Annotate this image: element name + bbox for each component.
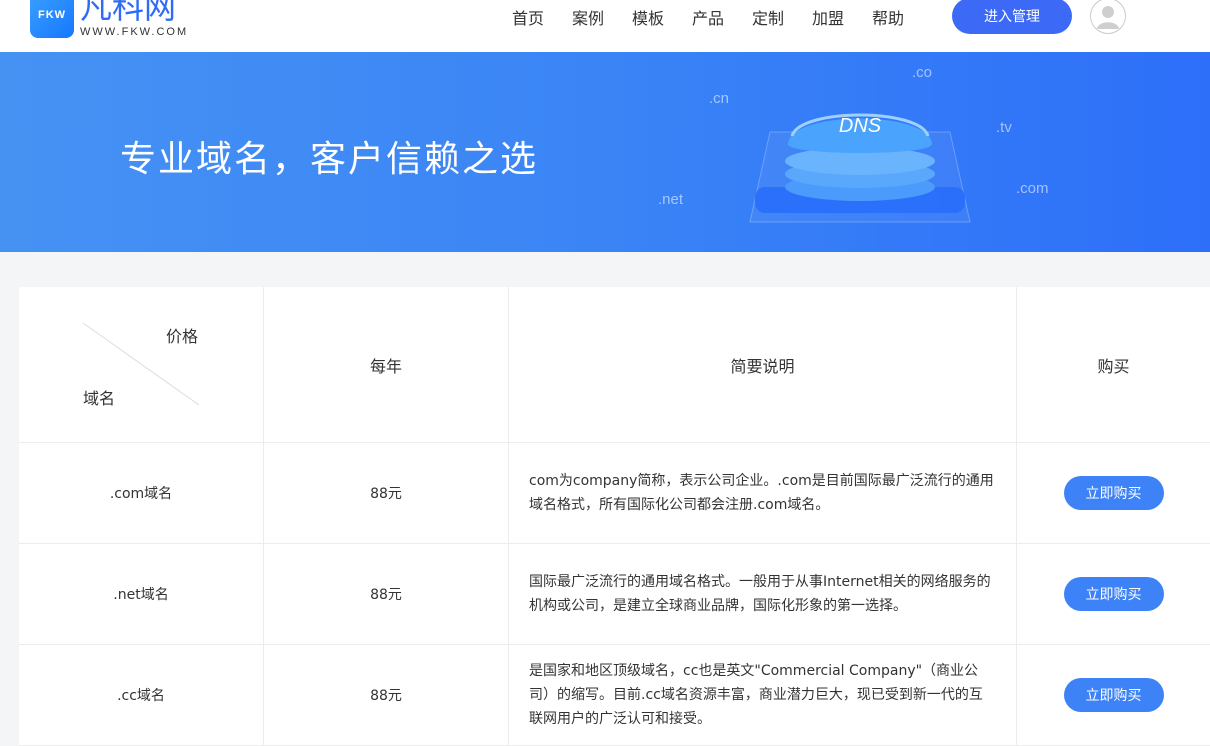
user-icon xyxy=(1097,6,1119,29)
nav-item-franchise[interactable]: 加盟 xyxy=(798,5,858,29)
enter-management-button[interactable]: 进入管理 xyxy=(952,0,1072,34)
domain-cell: .net域名 xyxy=(19,544,264,644)
tld-net-label: .net xyxy=(658,191,684,208)
tld-com-label: .com xyxy=(1016,180,1049,197)
user-avatar[interactable] xyxy=(1090,0,1126,34)
top-header: FKW 凡科网 WWW.FKW.COM 首页 案例 模板 产品 定制 加盟 帮助… xyxy=(0,0,1210,52)
site-logo[interactable]: FKW 凡科网 WWW.FKW.COM xyxy=(30,0,188,38)
header-cell-yearly: 每年 xyxy=(264,287,509,442)
tld-cn-label: .cn xyxy=(709,90,730,107)
table-row: .com域名 88元 com为company简称，表示公司企业。.com是目前国… xyxy=(19,443,1210,544)
header-cell-diagonal: 价格 域名 xyxy=(19,287,264,442)
tld-tv-label: .tv xyxy=(996,119,1012,136)
tld-co-label: .co xyxy=(912,64,933,81)
header-domain-label: 域名 xyxy=(83,388,116,408)
header-cell-description: 简要说明 xyxy=(509,287,1017,442)
header-cell-buy: 购买 xyxy=(1097,356,1130,376)
price-cell: 88元 xyxy=(264,443,509,543)
main-nav: 首页 案例 模板 产品 定制 加盟 帮助 xyxy=(498,0,918,34)
domain-price-table: 价格 域名 每年 简要说明 购买 .com域名 88元 com为company简… xyxy=(19,287,1210,746)
nav-item-products[interactable]: 产品 xyxy=(678,5,738,29)
logo-text: 凡科网 WWW.FKW.COM xyxy=(80,0,188,38)
dns-text: DNS xyxy=(839,115,882,137)
dns-illustration: DNS xyxy=(749,113,971,223)
buy-now-button[interactable]: 立即购买 xyxy=(1063,577,1164,611)
price-cell: 88元 xyxy=(264,645,509,745)
header-price-label: 价格 xyxy=(166,326,199,346)
banner-title: 专业域名，客户信赖之选 xyxy=(120,139,539,180)
nav-item-help[interactable]: 帮助 xyxy=(858,5,918,29)
table-row: .net域名 88元 国际最广泛流行的通用域名格式。一般用于从事Internet… xyxy=(19,544,1210,645)
nav-item-cases[interactable]: 案例 xyxy=(558,5,618,29)
nav-item-home[interactable]: 首页 xyxy=(498,5,558,29)
diagonal-divider xyxy=(82,322,200,405)
description-cell: 国际最广泛流行的通用域名格式。一般用于从事Internet相关的网络服务的机构或… xyxy=(529,574,991,614)
nav-item-templates[interactable]: 模板 xyxy=(618,5,678,29)
table-row: .cc域名 88元 是国家和地区顶级域名，cc也是英文"Commercial C… xyxy=(19,645,1210,746)
logo-badge: FKW xyxy=(30,0,74,38)
domain-cell: .com域名 xyxy=(19,443,264,543)
description-cell: com为company简称，表示公司企业。.com是目前国际最广泛流行的通用域名… xyxy=(529,473,994,513)
price-cell: 88元 xyxy=(264,544,509,644)
table-header-row: 价格 域名 每年 简要说明 购买 xyxy=(19,287,1210,443)
domain-cell: .cc域名 xyxy=(19,645,264,745)
logo-name: 凡科网 xyxy=(80,0,177,26)
description-cell: 是国家和地区顶级域名，cc也是英文"Commercial Company"（商业… xyxy=(529,663,983,727)
logo-url: WWW.FKW.COM xyxy=(80,26,189,38)
hero-banner: 专业域名，客户信赖之选 .co .cn .tv .com .net DNS xyxy=(0,52,1210,252)
buy-now-button[interactable]: 立即购买 xyxy=(1063,476,1164,510)
buy-now-button[interactable]: 立即购买 xyxy=(1063,678,1164,712)
nav-item-custom[interactable]: 定制 xyxy=(738,5,798,29)
